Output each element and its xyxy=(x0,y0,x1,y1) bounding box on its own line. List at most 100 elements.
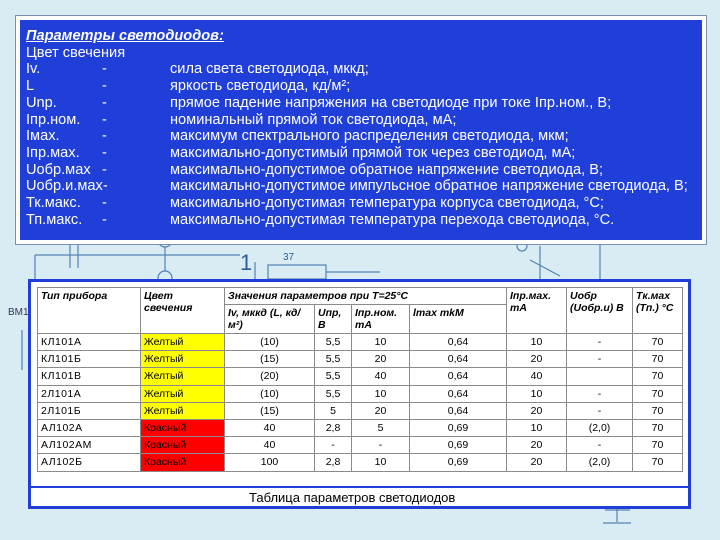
cell-iv: 40 xyxy=(224,418,315,438)
header-u: Uпр, В xyxy=(314,304,352,334)
parameters-title: Параметры светодиодов: xyxy=(26,28,224,44)
cell-uobr: - xyxy=(566,436,633,455)
parameter-row: Iпр.мах. - максимально-допустимый прямой т… xyxy=(26,145,702,162)
parameter-description: номинальный прямой ток светодиода, мА; xyxy=(170,111,457,128)
cell-imax: 10 xyxy=(506,418,567,438)
cell-imax: 20 xyxy=(506,350,567,369)
cell-imax: 20 xyxy=(506,401,567,420)
cell-imax: 20 xyxy=(506,436,567,455)
table-row: АЛ102АМ Красный 40- -0,69 20-70 xyxy=(37,436,683,455)
cell-inom: 20 xyxy=(351,401,410,420)
cell-lmax: 0,64 xyxy=(409,350,507,369)
header-tk: Tк.мах (Tп.) °С xyxy=(632,287,683,334)
cell-iv: 40 xyxy=(224,436,315,455)
table-row: КЛ101А Желтый (10) 5,5 10 0,64 10-70 xyxy=(37,332,683,352)
table-caption: Таблица параметров светодиодов xyxy=(31,486,688,506)
cell-inom: 10 xyxy=(351,384,410,403)
cell-lmax: 0,69 xyxy=(409,418,507,438)
circuit-label-37: 37 xyxy=(283,252,295,263)
header-type: Тип прибора xyxy=(37,287,141,334)
parameter-row: Iv. - сила света светодиода, мккд; xyxy=(26,61,702,78)
parameter-dash: - xyxy=(102,211,107,228)
parameter-symbol: Iпр.ном. xyxy=(26,111,81,128)
parameter-description: прямое падение напряжения на светодиоде … xyxy=(170,94,612,111)
cell-name: КЛ101А xyxy=(37,332,141,352)
parameter-symbol: Iпр.мах. xyxy=(26,144,80,161)
cell-color: Красный xyxy=(140,418,225,438)
cell-name: КЛ101В xyxy=(37,367,141,386)
cell-u: 2,8 xyxy=(314,418,352,438)
cell-imax: 10 xyxy=(506,384,567,403)
header-inom: Iпр.ном. mA xyxy=(351,304,410,334)
parameter-dash xyxy=(102,178,170,195)
parameter-description: максимально-допустимое импульсное обратн… xyxy=(170,178,688,195)
cell-inom: - xyxy=(351,436,410,455)
led-table-container: Тип прибора Цвет свечения Значения парам… xyxy=(31,282,688,506)
parameter-dash: - xyxy=(102,195,107,212)
parameter-row: Iмах. - максимум спектрального распределен… xyxy=(26,128,702,145)
cell-inom: 10 xyxy=(351,453,410,472)
cell-imax: 10 xyxy=(506,332,567,352)
parameter-row: Uобр.и.мах-максимально-допустимое импуль… xyxy=(26,178,702,195)
parameter-symbol: Uобр.и.мах- xyxy=(26,178,108,195)
cell-iv: (10) xyxy=(224,384,315,403)
cell-uobr: - xyxy=(566,332,633,352)
cell-color: Красный xyxy=(140,453,225,472)
cell-tk: 70 xyxy=(632,332,683,352)
cell-u: 5,5 xyxy=(314,367,352,386)
cell-uobr: - xyxy=(566,384,633,403)
cell-color: Желтый xyxy=(140,350,225,369)
cell-iv: (15) xyxy=(224,401,315,420)
cell-name: 2Л101Б xyxy=(37,401,141,420)
parameter-dash: - xyxy=(102,144,107,161)
cell-lmax: 0,64 xyxy=(409,367,507,386)
cell-tk: 70 xyxy=(632,384,683,403)
table-row: АЛ102А Красный 40 2,8 5 0,69 10 (2,0) 70 xyxy=(37,418,683,438)
cell-iv: (10) xyxy=(224,332,315,352)
cell-tk: 70 xyxy=(632,418,683,438)
parameter-symbol: Unp. xyxy=(26,94,57,111)
cell-lmax: 0,69 xyxy=(409,453,507,472)
parameter-symbol: L xyxy=(26,78,35,95)
parameter-description: яркость светодиода, кд/м²; xyxy=(170,78,351,95)
cell-tk: 70 xyxy=(632,350,683,369)
parameter-symbol: Uобр.мах xyxy=(26,161,91,178)
parameter-dash: - xyxy=(102,111,107,128)
cell-name: АЛ102Б xyxy=(37,453,141,472)
parameter-symbol: Тп.макс. xyxy=(26,211,83,228)
parameters-panel: Параметры светодиодов: Цвет свечения Iv.… xyxy=(15,15,707,245)
header-imax: Iпр.мах. mA xyxy=(506,287,567,334)
parameter-symbol: Iv. xyxy=(26,61,41,78)
parameter-row: Unp. - прямое падение напряжения на светод… xyxy=(26,95,702,112)
parameter-symbol: Iмах. xyxy=(26,128,60,145)
cell-inom: 40 xyxy=(351,367,410,386)
parameter-dash: - xyxy=(102,128,107,145)
cell-color: Желтый xyxy=(140,367,225,386)
cell-color: Желтый xyxy=(140,384,225,403)
cell-iv: 100 xyxy=(224,453,315,472)
cell-imax: 40 xyxy=(506,367,567,386)
table-row: АЛ102Б Красный 100 2,8 10 0,69 20 (2,0) 70 xyxy=(37,453,683,472)
header-group: Значения параметров при Т=25°С xyxy=(224,287,507,305)
parameter-row: Тп.макс. - максимально-допустимая температ… xyxy=(26,212,702,229)
cell-uobr: (2,0) xyxy=(566,418,633,438)
parameter-description: максимально-допустимый прямой ток через … xyxy=(170,144,576,161)
parameter-dash: - xyxy=(102,61,107,78)
cell-inom: 20 xyxy=(351,350,410,369)
parameter-description: максимально-допустимое обратное напряжен… xyxy=(170,161,604,178)
parameter-symbol: Тк.макс. xyxy=(26,195,81,212)
table-row: КЛ101В Желтый (20) 5,5 40 0,64 40 70 xyxy=(37,367,683,386)
cell-uobr xyxy=(566,367,633,386)
cell-color: Красный xyxy=(140,436,225,455)
cell-name: КЛ101Б xyxy=(37,350,141,369)
cell-iv: (15) xyxy=(224,350,315,369)
led-table-panel: Тип прибора Цвет свечения Значения парам… xyxy=(28,279,691,509)
parameter-description: максимально-допустимая температура корпу… xyxy=(170,195,604,212)
header-color: Цвет свечения xyxy=(140,287,225,334)
cell-tk: 70 xyxy=(632,367,683,386)
parameter-description: максимум спектрального распределения све… xyxy=(170,128,569,145)
cell-name: АЛ102А xyxy=(37,418,141,438)
cell-u: 5,5 xyxy=(314,384,352,403)
header-uobr: Uобр (Uобр.и) B xyxy=(566,287,633,334)
led-parameters-table: Тип прибора Цвет свечения Значения парам… xyxy=(37,287,683,472)
